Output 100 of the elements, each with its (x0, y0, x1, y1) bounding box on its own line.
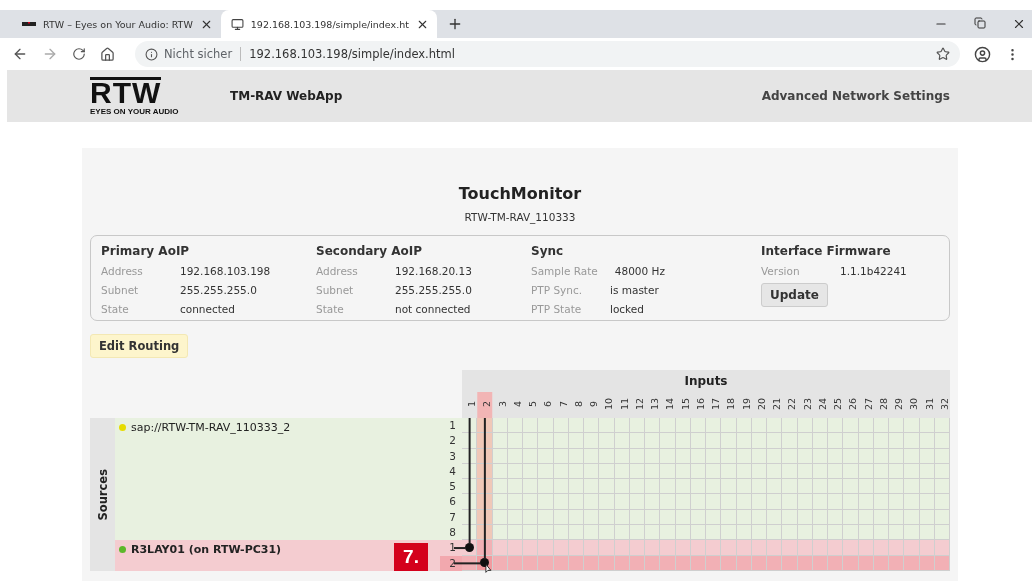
input-number[interactable]: 10 (599, 392, 615, 418)
close-icon[interactable] (1012, 17, 1026, 31)
address-field[interactable]: Nicht sicher 192.168.103.198/simple/index.html (135, 41, 960, 67)
browser-tab[interactable]: RTW – Eyes on Your Audio: RTW (12, 10, 221, 38)
browser-tab[interactable]: 192.168.103.198/simple/index.ht (220, 10, 437, 38)
input-number[interactable]: 4 (507, 392, 523, 418)
edit-routing-button[interactable]: Edit Routing (90, 334, 189, 358)
input-number[interactable]: 8 (568, 392, 584, 418)
input-number[interactable]: 16 (690, 392, 706, 418)
crosspoint-cell[interactable] (721, 479, 737, 495)
crosspoint-cell[interactable] (660, 479, 676, 495)
crosspoint-cell[interactable] (721, 433, 737, 449)
crosspoint-cell[interactable] (584, 525, 600, 541)
input-number[interactable]: 7 (553, 392, 569, 418)
crosspoint-cell[interactable] (767, 525, 783, 541)
crosspoint-cell[interactable] (828, 525, 844, 541)
crosspoint-cell[interactable] (721, 494, 737, 510)
crosspoint-cell[interactable] (767, 433, 783, 449)
crosspoint-cell[interactable] (904, 479, 920, 495)
account-icon[interactable] (974, 45, 991, 63)
crosspoint-cell[interactable] (584, 479, 600, 495)
crosspoint-cell[interactable] (523, 433, 539, 449)
input-number[interactable]: 6 (538, 392, 554, 418)
crosspoint-cell[interactable] (767, 479, 783, 495)
crosspoint-cell[interactable] (645, 418, 661, 434)
crosspoint-cell[interactable] (599, 418, 615, 434)
crosspoint-cell[interactable] (828, 494, 844, 510)
back-icon[interactable] (12, 46, 28, 62)
crosspoint-cell[interactable] (767, 494, 783, 510)
input-number[interactable]: 17 (706, 392, 722, 418)
crosspoint-cell[interactable] (645, 479, 661, 495)
restore-icon[interactable] (974, 17, 986, 29)
crosspoint-cell[interactable] (706, 433, 722, 449)
crosspoint-cell[interactable] (782, 433, 798, 449)
crosspoint-cell[interactable] (706, 479, 722, 495)
crosspoint-cell[interactable] (599, 494, 615, 510)
crosspoint-cell[interactable] (904, 418, 920, 434)
input-number[interactable]: 18 (721, 392, 737, 418)
input-number[interactable]: 13 (645, 392, 661, 418)
crosspoint-cell[interactable] (828, 479, 844, 495)
crosspoint-cell[interactable] (584, 494, 600, 510)
input-number[interactable]: 19 (736, 392, 752, 418)
info-icon[interactable] (145, 47, 158, 61)
crosspoint-cell[interactable] (721, 418, 737, 434)
crosspoint-cell[interactable] (599, 540, 615, 556)
input-number[interactable]: 14 (660, 392, 676, 418)
input-number[interactable]: 25 (828, 392, 844, 418)
advanced-settings-link[interactable]: Advanced Network Settings (761, 89, 950, 103)
input-number[interactable]: 28 (873, 392, 889, 418)
crosspoint-cell[interactable] (645, 433, 661, 449)
crosspoint-cell[interactable] (660, 494, 676, 510)
input-number[interactable]: 11 (614, 392, 630, 418)
update-button[interactable]: Update (761, 283, 828, 307)
crosspoint-cell[interactable] (523, 418, 539, 434)
crosspoint-cell[interactable] (706, 525, 722, 541)
input-number[interactable]: 12 (629, 392, 645, 418)
crosspoint-cell[interactable] (767, 418, 783, 434)
crosspoint-cell[interactable] (904, 540, 920, 556)
input-number[interactable]: 22 (782, 392, 798, 418)
crosspoint-cell[interactable] (843, 525, 859, 541)
crosspoint-cell[interactable] (584, 540, 600, 556)
crosspoint-cell[interactable] (538, 479, 554, 495)
crosspoint-cell[interactable] (889, 494, 905, 510)
crosspoint-cell[interactable] (645, 540, 661, 556)
crosspoint-cell[interactable] (538, 525, 554, 541)
crosspoint-cell[interactable] (538, 433, 554, 449)
crosspoint-cell[interactable] (843, 540, 859, 556)
crosspoint-cell[interactable] (538, 540, 554, 556)
crosspoint-cell[interactable] (889, 540, 905, 556)
input-number[interactable]: 5 (523, 392, 539, 418)
input-number[interactable]: 2 (477, 392, 493, 418)
crosspoint-cell[interactable] (645, 494, 661, 510)
crosspoint-cell[interactable] (843, 418, 859, 434)
input-number[interactable]: 20 (751, 392, 767, 418)
crosspoint-cell[interactable] (843, 494, 859, 510)
input-number[interactable]: 29 (889, 392, 905, 418)
crosspoint-cell[interactable] (904, 525, 920, 541)
crosspoint-cell[interactable] (538, 418, 554, 434)
crosspoint-cell[interactable] (599, 433, 615, 449)
input-number[interactable]: 23 (797, 392, 813, 418)
crosspoint-cell[interactable] (889, 433, 905, 449)
input-number[interactable]: 32 (934, 392, 950, 418)
crosspoint-cell[interactable] (843, 479, 859, 495)
crosspoint-cell[interactable] (782, 418, 798, 434)
input-number[interactable]: 1 (462, 392, 478, 418)
crosspoint-cell[interactable] (660, 418, 676, 434)
crosspoint-cell[interactable] (889, 525, 905, 541)
reload-icon[interactable] (72, 47, 86, 61)
home-icon[interactable] (100, 46, 115, 62)
crosspoint-cell[interactable] (904, 494, 920, 510)
crosspoint-cell[interactable] (782, 540, 798, 556)
input-number[interactable]: 30 (904, 392, 920, 418)
crosspoint-cell[interactable] (721, 525, 737, 541)
crosspoint-cell[interactable] (721, 540, 737, 556)
input-number[interactable]: 3 (492, 392, 508, 418)
crosspoint-cell[interactable] (462, 540, 478, 556)
crosspoint-cell[interactable] (843, 433, 859, 449)
crosspoint-cell[interactable] (828, 418, 844, 434)
crosspoint-cell[interactable] (904, 433, 920, 449)
crosspoint-cell[interactable] (523, 525, 539, 541)
